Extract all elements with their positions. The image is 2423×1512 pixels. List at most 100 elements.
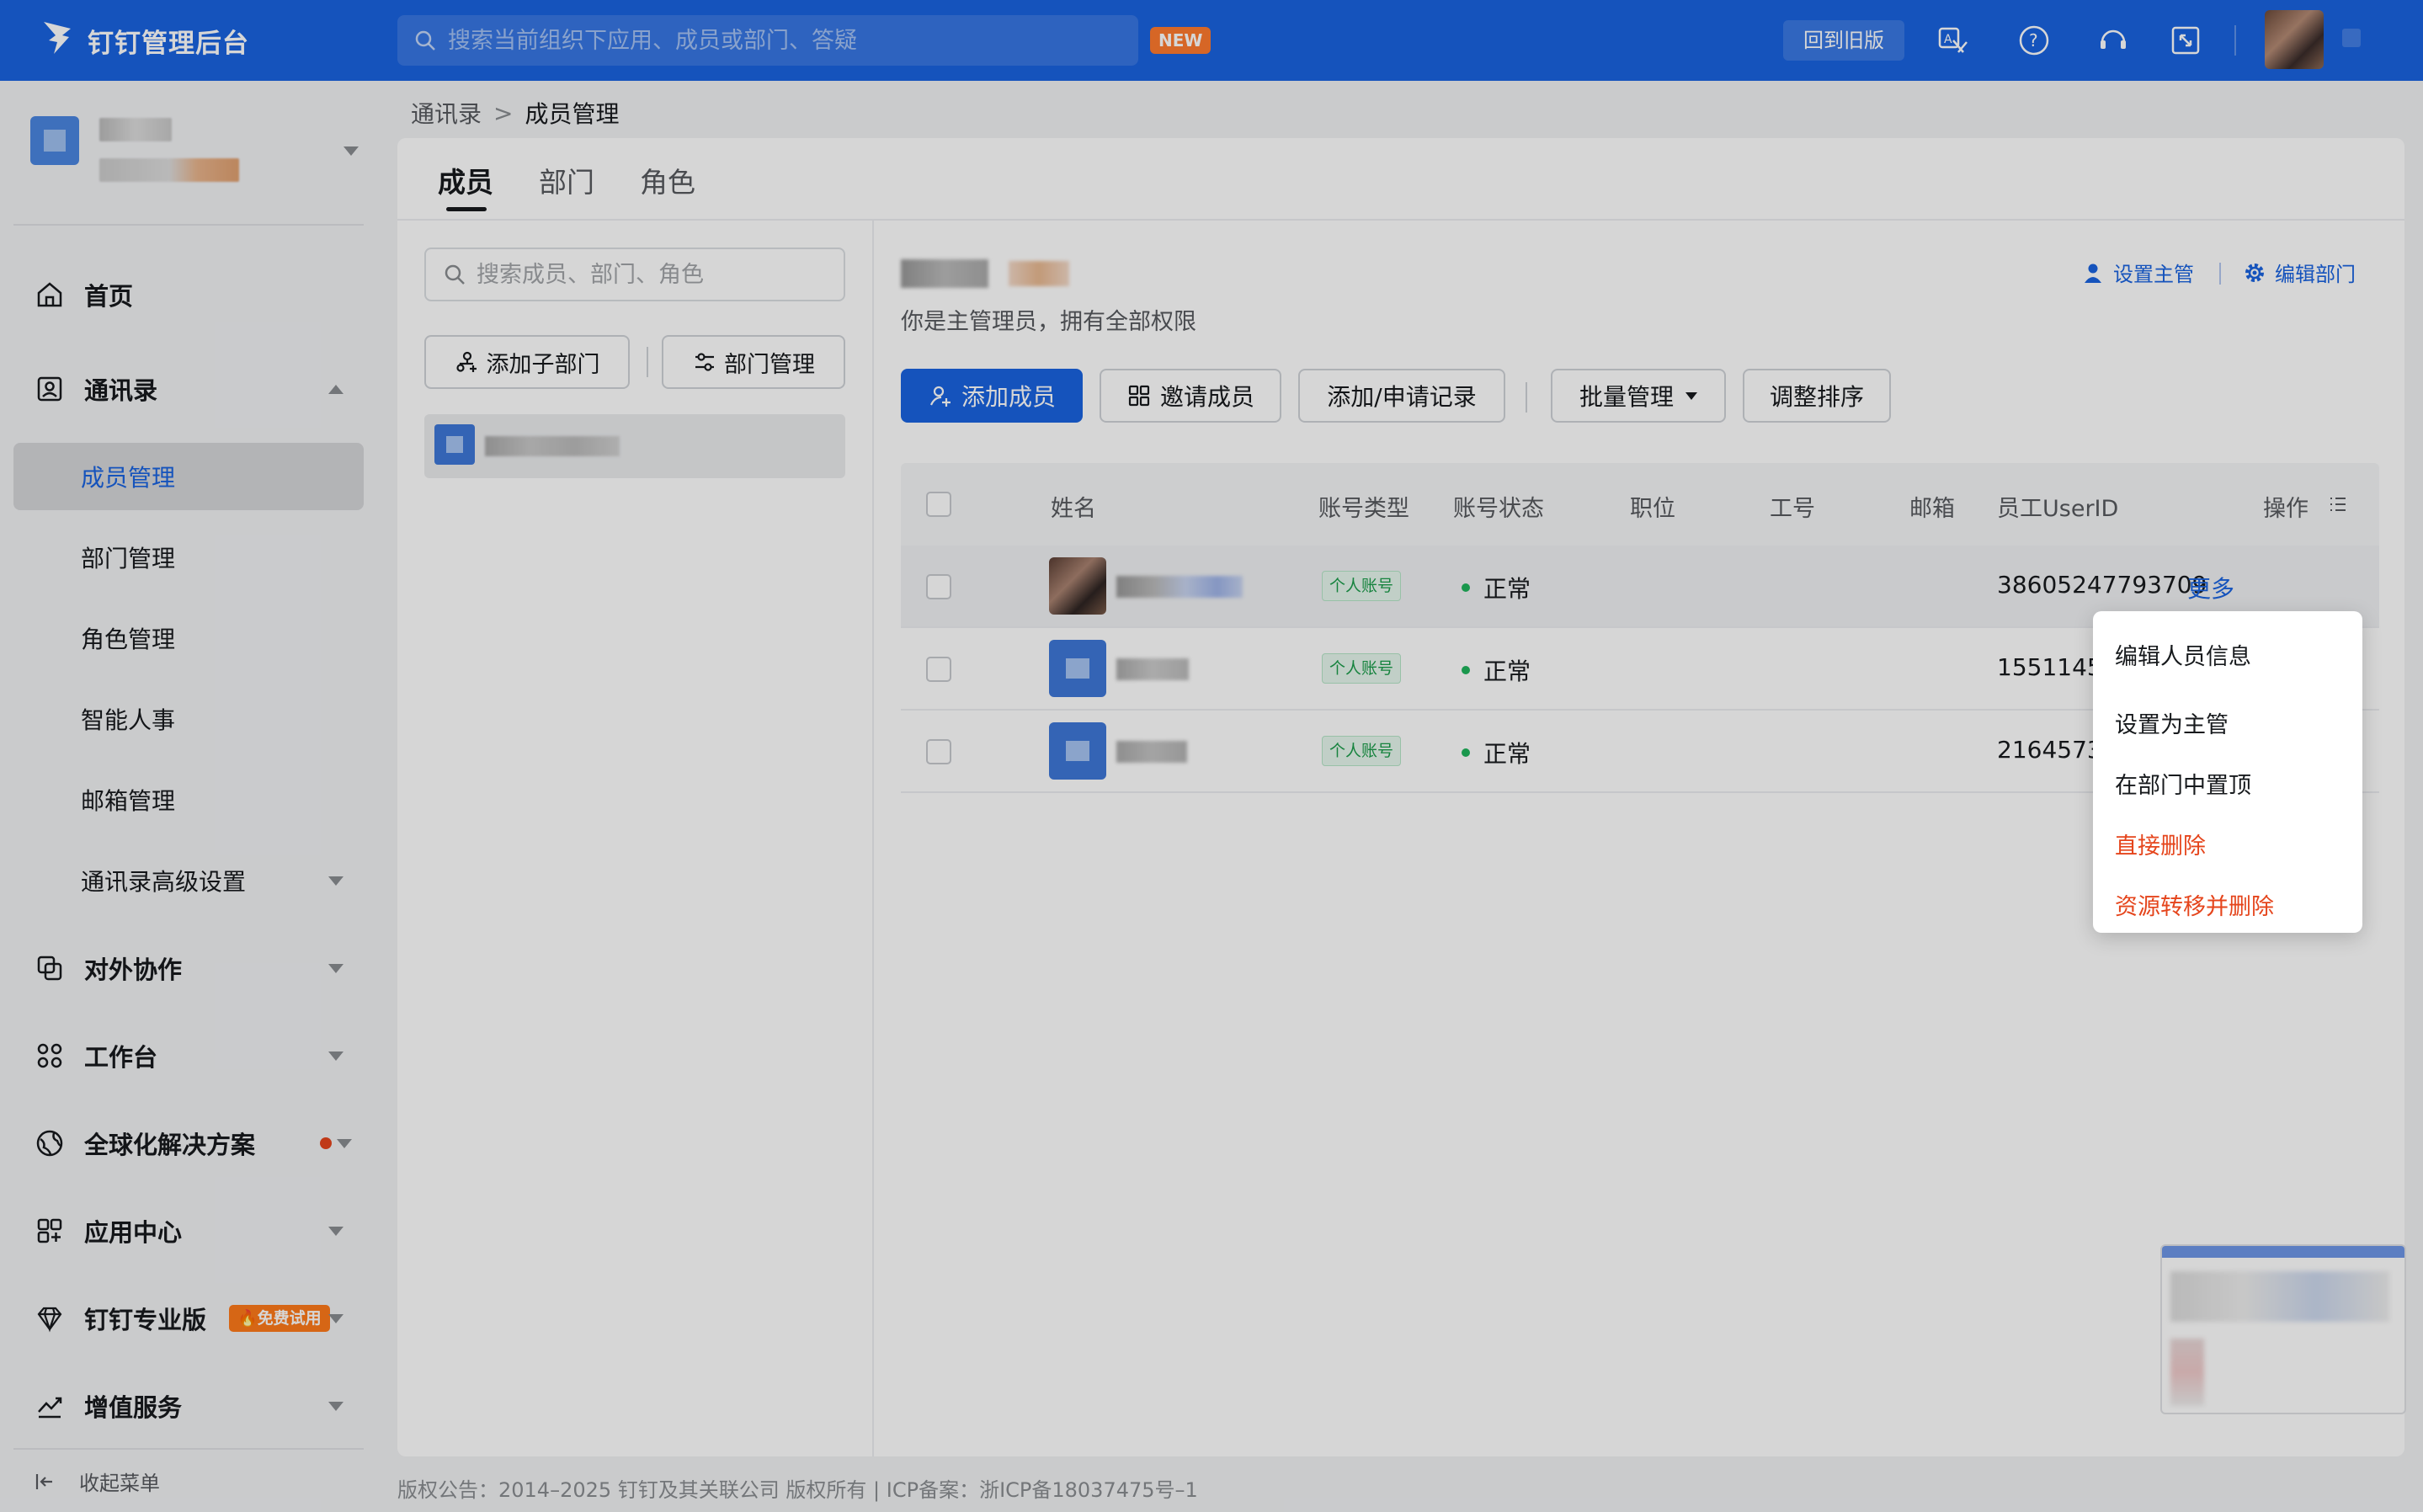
- status-label: 正常: [1483, 740, 1531, 768]
- search-icon: [445, 264, 465, 285]
- menu-item-set-manager[interactable]: 设置为主管: [2101, 692, 2346, 753]
- org-name-blurred: [99, 118, 172, 141]
- adjust-sort-label: 调整排序: [1769, 383, 1864, 411]
- status-label: 正常: [1483, 658, 1531, 685]
- collapse-icon: [35, 1473, 52, 1489]
- account-status: 正常: [1462, 571, 1531, 604]
- member-name-blurred[interactable]: [1116, 576, 1243, 598]
- old-version-button[interactable]: 回到旧版: [1783, 20, 1904, 61]
- add-apply-records-label: 添加/申请记录: [1327, 383, 1477, 411]
- sidebar-item-mail-management[interactable]: 邮箱管理: [13, 766, 364, 833]
- dept-search[interactable]: [424, 248, 845, 301]
- sidebar-item-dingtalk-pro[interactable]: 钉钉专业版 🔥免费试用: [13, 1285, 364, 1352]
- sidebar-item-contacts-advanced[interactable]: 通讯录高级设置: [13, 847, 364, 914]
- org-subtitle-blurred: [99, 158, 239, 182]
- caret-down-icon: [1685, 391, 1697, 400]
- add-member-label: 添加成员: [961, 383, 1056, 411]
- more-actions-link[interactable]: 更多: [2187, 571, 2234, 604]
- row-checkbox[interactable]: [926, 739, 951, 764]
- workbench-icon: [37, 1043, 62, 1068]
- edit-dept-link[interactable]: 编辑部门: [2243, 258, 2356, 287]
- global-search-input[interactable]: [448, 27, 1105, 54]
- sidebar-item-label: 智能人事: [81, 706, 176, 734]
- menu-item-delete[interactable]: 直接删除: [2101, 813, 2346, 874]
- add-apply-records-button[interactable]: 添加/申请记录: [1298, 369, 1505, 423]
- col-position: 职位: [1630, 496, 1675, 522]
- invite-member-button[interactable]: 邀请成员: [1100, 369, 1281, 423]
- tab-active-indicator: [446, 207, 487, 211]
- notification-dot: [320, 1137, 332, 1149]
- free-trial-badge[interactable]: 🔥免费试用: [229, 1305, 330, 1332]
- column-settings-icon[interactable]: [2327, 493, 2349, 515]
- sidebar-item-global-solutions[interactable]: 全球化解决方案: [13, 1110, 364, 1177]
- org-switcher[interactable]: [19, 81, 364, 182]
- userid-cell: 2164573: [1997, 736, 2102, 764]
- thumbnail-header: [2162, 1246, 2404, 1258]
- dept-search-input[interactable]: [477, 261, 830, 288]
- gear-icon: [2245, 263, 2264, 282]
- global-search[interactable]: [397, 15, 1138, 66]
- member-name-blurred[interactable]: [1116, 658, 1189, 680]
- batch-manage-dropdown[interactable]: 批量管理: [1551, 369, 1726, 423]
- help-icon[interactable]: ?: [2017, 24, 2051, 57]
- sidebar-item-label: 成员管理: [81, 464, 176, 492]
- sidebar-item-label: 增值服务: [84, 1393, 183, 1422]
- dept-tag-blurred: [1009, 261, 1069, 286]
- chevron-down-icon[interactable]: [343, 146, 359, 156]
- tab-members[interactable]: 成员: [438, 160, 493, 200]
- top-header: 钉钉管理后台 NEW 回到旧版 A ?: [0, 0, 2423, 81]
- sidebar-item-workbench[interactable]: 工作台: [13, 1022, 364, 1089]
- sidebar-item-label: 通讯录: [84, 376, 158, 405]
- button-separator: [1526, 382, 1527, 413]
- dept-manage-label: 部门管理: [724, 351, 815, 378]
- user-avatar[interactable]: [2265, 10, 2324, 69]
- chevron-down-icon: [328, 1313, 343, 1323]
- thumbnail-content-blurred: [2170, 1339, 2204, 1406]
- admin-permission-text: 你是主管理员，拥有全部权限: [901, 309, 1196, 335]
- sidebar-item-external-collab[interactable]: 对外协作: [13, 934, 364, 1002]
- status-label: 正常: [1483, 575, 1531, 603]
- dingtalk-logo[interactable]: [37, 17, 79, 59]
- chevron-right-icon: >: [493, 98, 514, 127]
- sidebar-item-member-management[interactable]: 成员管理: [13, 443, 364, 510]
- breadcrumb-root[interactable]: 通讯录: [411, 96, 482, 130]
- collapse-menu-button[interactable]: 收起菜单: [34, 1467, 160, 1496]
- adjust-sort-button[interactable]: 调整排序: [1743, 369, 1891, 423]
- sidebar-item-dept-management[interactable]: 部门管理: [13, 524, 364, 591]
- invite-member-label: 邀请成员: [1159, 383, 1254, 411]
- table-header: 姓名 账号类型 账号状态 职位 工号 邮箱 员工UserID 操作: [901, 463, 2379, 546]
- floating-preview-thumbnail[interactable]: [2160, 1244, 2406, 1414]
- row-checkbox[interactable]: [926, 657, 951, 682]
- row-checkbox[interactable]: [926, 574, 951, 599]
- translate-icon[interactable]: A: [1936, 24, 1970, 57]
- add-sub-dept-button[interactable]: 添加子部门: [424, 335, 630, 389]
- sidebar-item-home[interactable]: 首页: [13, 261, 364, 328]
- status-dot: [1462, 748, 1470, 757]
- sidebar-item-contacts[interactable]: 通讯录: [13, 355, 364, 423]
- tab-departments[interactable]: 部门: [539, 160, 594, 200]
- sidebar-item-label: 钉钉专业版: [84, 1306, 207, 1334]
- sidebar-item-smart-hr[interactable]: 智能人事: [13, 685, 364, 753]
- dept-tree-root[interactable]: [424, 414, 845, 478]
- menu-item-pin-top[interactable]: 在部门中置顶: [2101, 753, 2346, 813]
- customer-service-icon[interactable]: [2096, 24, 2130, 57]
- member-avatar: [1049, 557, 1106, 615]
- user-name-blurred[interactable]: [2342, 29, 2361, 47]
- sidebar-item-label: 首页: [84, 282, 134, 311]
- status-dot: [1462, 583, 1470, 592]
- menu-item-transfer-delete[interactable]: 资源转移并删除: [2101, 874, 2346, 934]
- brand-title[interactable]: 钉钉管理后台: [88, 22, 249, 60]
- userid-cell: 38605247793709: [1997, 571, 2207, 599]
- sidebar-item-value-added[interactable]: 增值服务: [13, 1372, 364, 1440]
- sidebar-item-role-management[interactable]: 角色管理: [13, 604, 364, 672]
- member-name-blurred[interactable]: [1116, 741, 1187, 763]
- fullscreen-icon[interactable]: [2169, 24, 2202, 57]
- dept-manage-button[interactable]: 部门管理: [662, 335, 845, 389]
- account-status: 正常: [1462, 653, 1531, 687]
- set-manager-link[interactable]: 设置主管: [2081, 258, 2194, 287]
- select-all-checkbox[interactable]: [926, 492, 951, 517]
- tab-roles[interactable]: 角色: [640, 160, 695, 200]
- sidebar-item-app-center[interactable]: 应用中心: [13, 1197, 364, 1264]
- add-member-button[interactable]: 添加成员: [901, 369, 1083, 423]
- menu-item-edit-member[interactable]: 编辑人员信息: [2101, 616, 2346, 692]
